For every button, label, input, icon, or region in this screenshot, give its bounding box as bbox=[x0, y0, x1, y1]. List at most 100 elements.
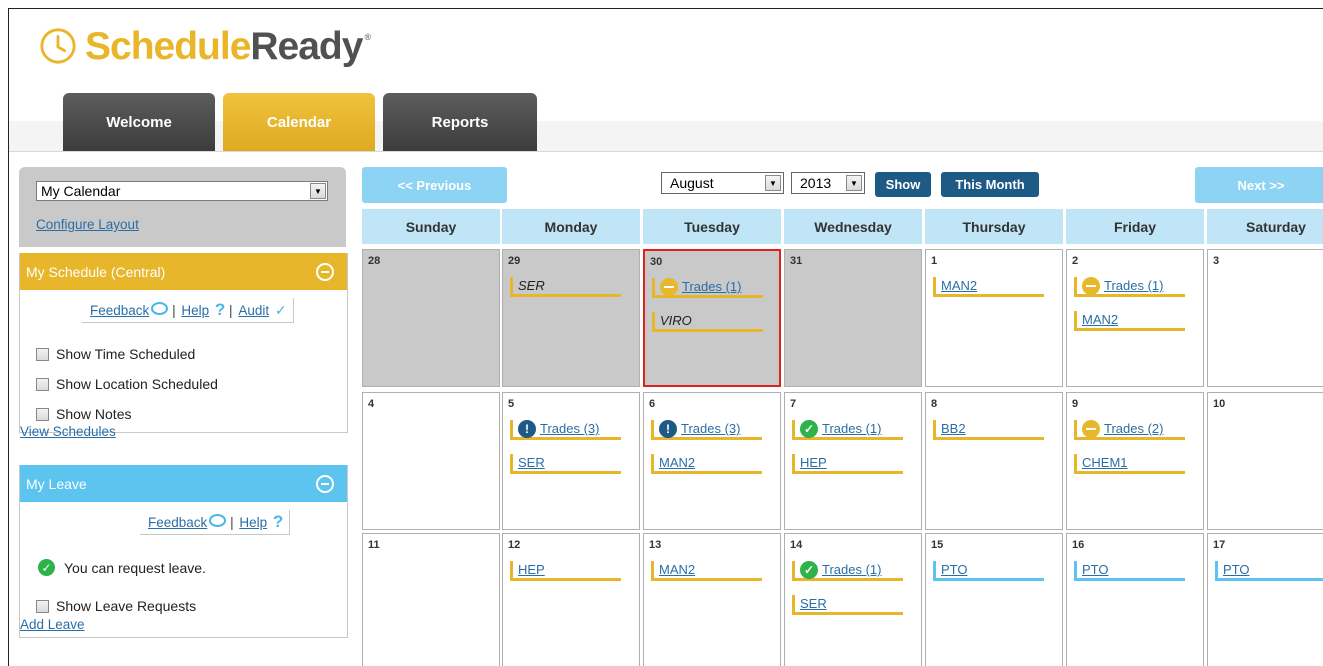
event-label[interactable]: Trades (3) bbox=[681, 421, 740, 436]
feedback-link[interactable]: Feedback bbox=[90, 303, 149, 318]
option-show-leave-requests[interactable]: Show Leave Requests bbox=[36, 598, 196, 614]
checkbox[interactable] bbox=[36, 347, 49, 361]
calendar-event[interactable]: ✓ Trades (1) bbox=[792, 560, 903, 581]
event-label[interactable]: Trades (1) bbox=[682, 279, 741, 294]
calendar-event[interactable]: MAN2 bbox=[933, 277, 1044, 297]
my-leave-header[interactable]: My Leave bbox=[20, 465, 347, 502]
event-label[interactable]: PTO bbox=[1223, 562, 1250, 577]
audit-link[interactable]: Audit bbox=[238, 303, 269, 318]
calendar-day-cell[interactable]: 17 PTO bbox=[1207, 533, 1323, 666]
my-schedule-panel: My Schedule (Central) Feedback | Help ? … bbox=[19, 253, 348, 439]
calendar-day-cell[interactable]: 5! Trades (3) SER bbox=[502, 392, 640, 530]
calendar-day-cell[interactable]: 12 HEP bbox=[502, 533, 640, 666]
option-label: Show Notes bbox=[56, 406, 132, 422]
tab-calendar[interactable]: Calendar bbox=[223, 93, 375, 151]
event-label[interactable]: Trades (1) bbox=[1104, 278, 1163, 293]
option-show-notes[interactable]: Show Notes bbox=[36, 406, 131, 422]
question-icon: ? bbox=[272, 512, 284, 531]
calendar-event[interactable]: Trades (2) bbox=[1074, 419, 1185, 440]
checkbox[interactable] bbox=[36, 377, 49, 391]
calendar-event[interactable]: MAN2 bbox=[651, 454, 762, 474]
year-select[interactable]: 2013 ▼ bbox=[791, 172, 865, 194]
this-month-button[interactable]: This Month bbox=[941, 172, 1039, 197]
calendar-event[interactable]: MAN2 bbox=[1074, 311, 1185, 331]
calendar-day-cell[interactable]: 8 BB2 bbox=[925, 392, 1063, 530]
day-header-wednesday: Wednesday bbox=[784, 209, 922, 244]
feedback-link[interactable]: Feedback bbox=[148, 515, 207, 530]
calendar-day-cell[interactable]: 1 MAN2 bbox=[925, 249, 1063, 387]
calendar-day-cell[interactable]: 2 Trades (1) MAN2 bbox=[1066, 249, 1204, 387]
event-label[interactable]: Trades (2) bbox=[1104, 421, 1163, 436]
calendar-event: VIRO bbox=[652, 312, 763, 332]
event-label[interactable]: Trades (3) bbox=[540, 421, 599, 436]
calendar-day-cell[interactable]: 15 PTO bbox=[925, 533, 1063, 666]
event-label[interactable]: BB2 bbox=[941, 421, 966, 436]
calendar-day-cell[interactable]: 16 PTO bbox=[1066, 533, 1204, 666]
calendar-day-cell[interactable]: 11 bbox=[362, 533, 500, 666]
calendar-event[interactable]: SER bbox=[792, 595, 903, 615]
event-label[interactable]: HEP bbox=[518, 562, 545, 577]
calendar-day-cell[interactable]: 28 bbox=[362, 249, 500, 387]
event-label[interactable]: PTO bbox=[941, 562, 968, 577]
next-button[interactable]: Next >> bbox=[1195, 167, 1323, 203]
help-link[interactable]: Help bbox=[181, 303, 209, 318]
show-button[interactable]: Show bbox=[875, 172, 931, 197]
calendar-day-cell[interactable]: 9 Trades (2) CHEM1 bbox=[1066, 392, 1204, 530]
calendar-event[interactable]: ✓ Trades (1) bbox=[792, 419, 903, 440]
calendar-select[interactable]: My Calendar ▼ bbox=[36, 181, 328, 201]
my-schedule-header[interactable]: My Schedule (Central) bbox=[20, 253, 347, 290]
calendar-event[interactable]: Trades (1) bbox=[1074, 276, 1185, 297]
calendar-event[interactable]: PTO bbox=[1074, 561, 1185, 581]
event-label[interactable]: Trades (1) bbox=[822, 421, 881, 436]
calendar-day-cell[interactable]: 3 bbox=[1207, 249, 1323, 387]
calendar-day-cell[interactable]: 6! Trades (3) MAN2 bbox=[643, 392, 781, 530]
event-label[interactable]: MAN2 bbox=[941, 278, 977, 293]
event-label[interactable]: SER bbox=[518, 455, 545, 470]
event-label[interactable]: Trades (1) bbox=[822, 562, 881, 577]
calendar-event[interactable]: PTO bbox=[1215, 561, 1323, 581]
checkbox[interactable] bbox=[36, 407, 49, 421]
event-label[interactable]: MAN2 bbox=[659, 455, 695, 470]
calendar-event[interactable]: HEP bbox=[792, 454, 903, 474]
chevron-down-icon[interactable]: ▼ bbox=[846, 175, 862, 191]
configure-layout-link[interactable]: Configure Layout bbox=[36, 217, 139, 232]
chevron-down-icon[interactable]: ▼ bbox=[765, 175, 781, 191]
calendar-event[interactable]: BB2 bbox=[933, 420, 1044, 440]
month-select[interactable]: August ▼ bbox=[661, 172, 784, 194]
calendar-day-cell[interactable]: 4 bbox=[362, 392, 500, 530]
calendar-event[interactable]: ! Trades (3) bbox=[651, 419, 762, 440]
calendar-event[interactable]: PTO bbox=[933, 561, 1044, 581]
calendar-event[interactable]: MAN2 bbox=[651, 561, 762, 581]
calendar-day-cell[interactable]: 29 SER bbox=[502, 249, 640, 387]
calendar-day-cell[interactable]: 10 bbox=[1207, 392, 1323, 530]
event-label[interactable]: MAN2 bbox=[1082, 312, 1118, 327]
calendar-event[interactable]: ! Trades (3) bbox=[510, 419, 621, 440]
view-schedules-link[interactable]: View Schedules bbox=[20, 424, 116, 439]
help-link[interactable]: Help bbox=[239, 515, 267, 530]
calendar-day-cell[interactable]: 7 ✓ Trades (1) HEP bbox=[784, 392, 922, 530]
calendar-event[interactable]: SER bbox=[510, 454, 621, 474]
previous-button[interactable]: << Previous bbox=[362, 167, 507, 203]
calendar-day-cell[interactable]: 31 bbox=[784, 249, 922, 387]
chevron-down-icon[interactable]: ▼ bbox=[310, 183, 326, 199]
collapse-icon[interactable] bbox=[316, 475, 334, 493]
option-show-location[interactable]: Show Location Scheduled bbox=[36, 376, 218, 392]
calendar-day-cell[interactable]: 13 MAN2 bbox=[643, 533, 781, 666]
calendar-day-cell[interactable]: 14 ✓ Trades (1) SER bbox=[784, 533, 922, 666]
collapse-icon[interactable] bbox=[316, 263, 334, 281]
event-label[interactable]: PTO bbox=[1082, 562, 1109, 577]
add-leave-link[interactable]: Add Leave bbox=[20, 617, 85, 632]
calendar-event[interactable]: HEP bbox=[510, 561, 621, 581]
event-label[interactable]: MAN2 bbox=[659, 562, 695, 577]
event-label[interactable]: HEP bbox=[800, 455, 827, 470]
calendar-day-cell[interactable]: 30 Trades (1) VIRO bbox=[643, 249, 781, 387]
event-label[interactable]: CHEM1 bbox=[1082, 455, 1128, 470]
checkbox[interactable] bbox=[36, 599, 49, 613]
tab-welcome[interactable]: Welcome bbox=[63, 93, 215, 151]
tab-reports[interactable]: Reports bbox=[383, 93, 537, 151]
option-show-time[interactable]: Show Time Scheduled bbox=[36, 346, 195, 362]
event-label[interactable]: SER bbox=[800, 596, 827, 611]
calendar-event[interactable]: Trades (1) bbox=[652, 277, 763, 298]
calendar-event[interactable]: CHEM1 bbox=[1074, 454, 1185, 474]
option-label: Show Location Scheduled bbox=[56, 376, 218, 392]
